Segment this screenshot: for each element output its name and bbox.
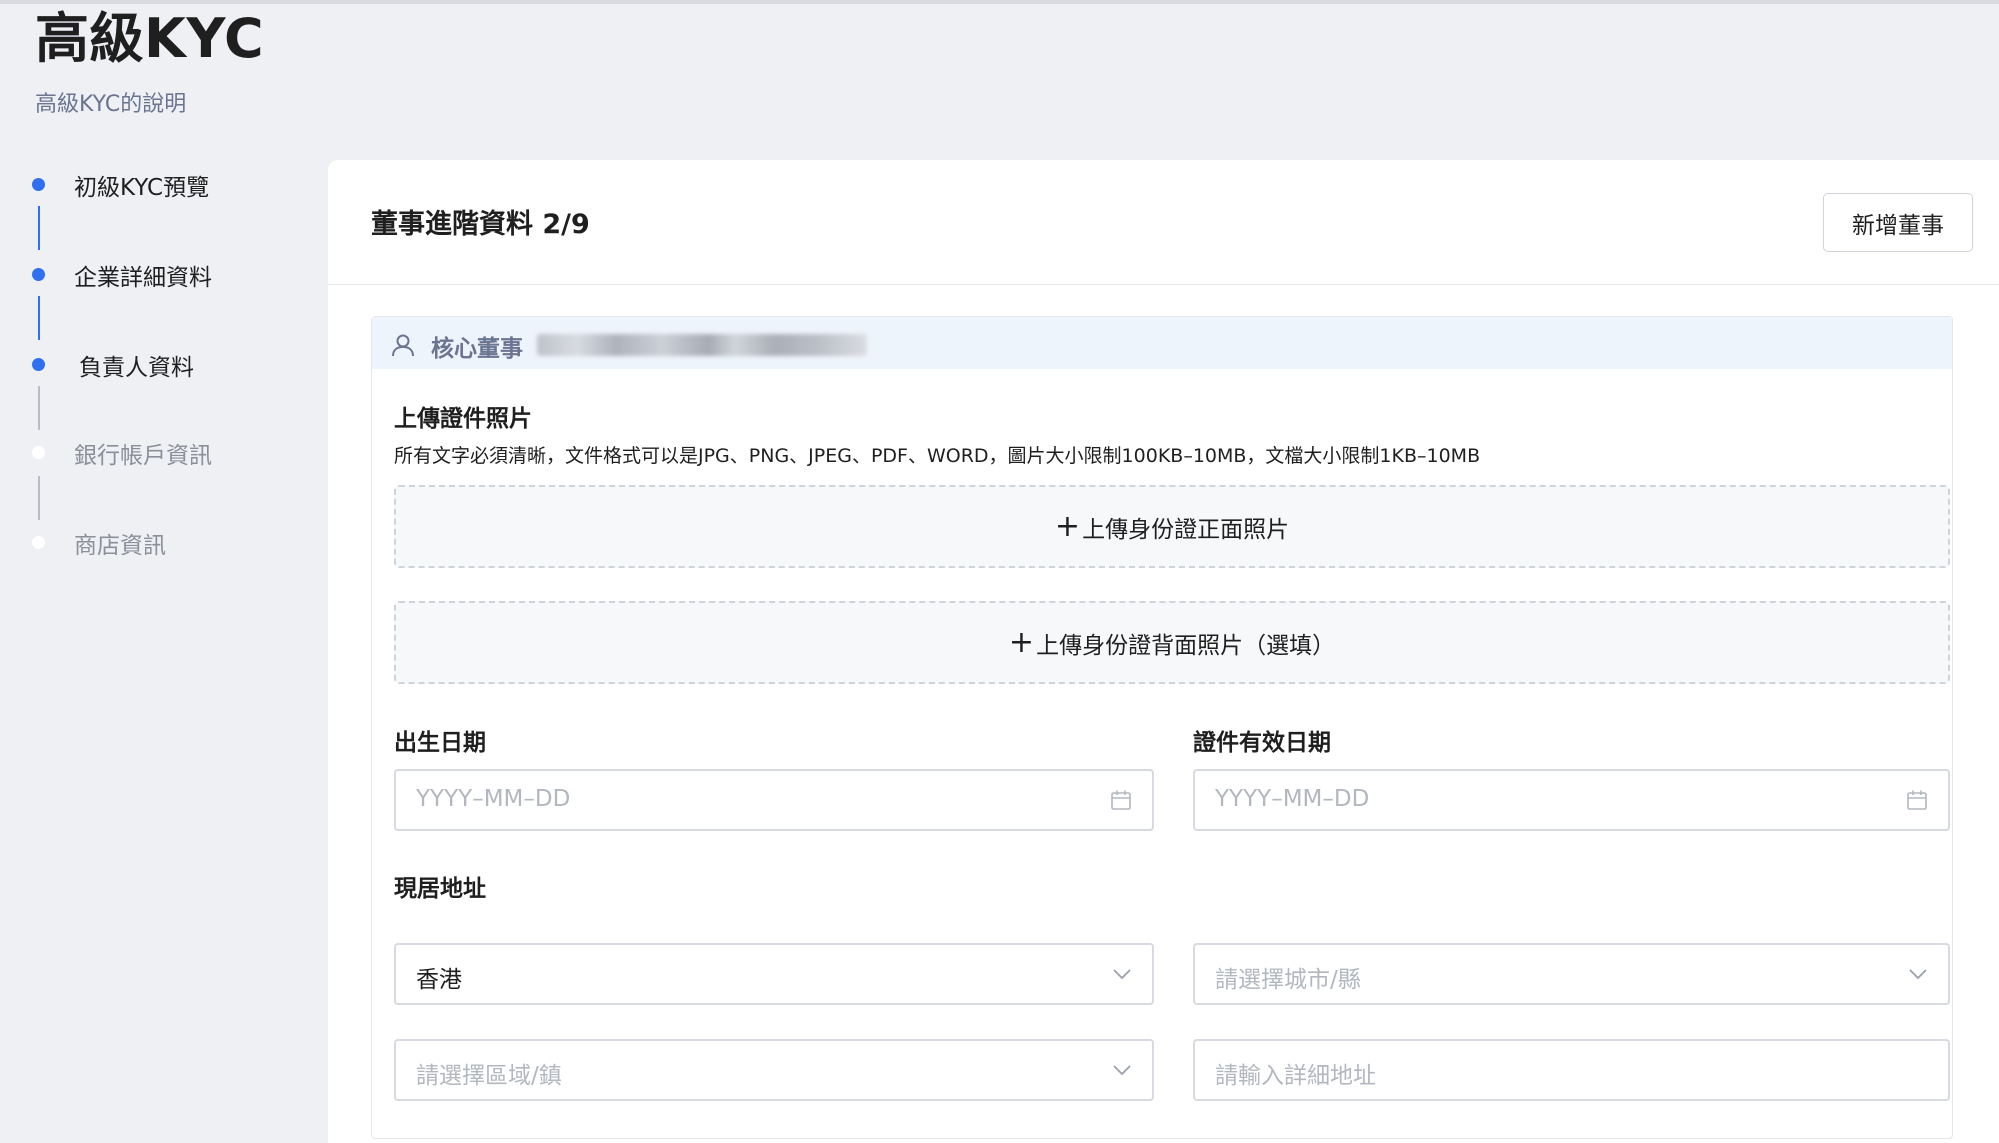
step-dot — [32, 178, 45, 191]
chevron-down-icon — [1909, 969, 1927, 980]
upload-id-front-dropzone[interactable]: + 上傳身份證正面照片 — [394, 485, 1950, 568]
step-dot — [32, 358, 45, 371]
page-title: 高級KYC — [35, 7, 265, 70]
upload-front-label: 上傳身份證正面照片 — [1082, 516, 1290, 543]
top-shade — [0, 0, 1999, 4]
plus-icon: + — [1054, 508, 1081, 544]
director-section: 核心董事 上傳證件照片 所有文字必須清晰，文件格式可以是JPG、PNG、JPEG… — [371, 316, 1953, 1139]
step-connector — [38, 296, 40, 340]
director-name-redacted — [537, 334, 867, 356]
birth-date-placeholder: YYYY–MM–DD — [416, 786, 571, 812]
card-title: 董事進階資料 2/9 — [371, 209, 590, 240]
id-expiry-input[interactable]: YYYY–MM–DD — [1193, 769, 1950, 831]
id-expiry-placeholder: YYYY–MM–DD — [1215, 786, 1370, 812]
add-director-button[interactable]: 新增董事 — [1823, 193, 1973, 252]
step-label: 銀行帳戶資訊 — [74, 443, 212, 469]
upload-back-label: 上傳身份證背面照片（選填） — [1036, 632, 1336, 659]
step-dot — [32, 536, 45, 549]
upload-id-back-dropzone[interactable]: + 上傳身份證背面照片（選填） — [394, 601, 1950, 684]
plus-icon: + — [1008, 624, 1035, 660]
upload-note: 所有文字必須清晰，文件格式可以是JPG、PNG、JPEG、PDF、WORD，圖片… — [394, 445, 1481, 467]
detail-address-placeholder: 請輸入詳細地址 — [1215, 1063, 1376, 1089]
city-select[interactable]: 請選擇城市/縣 — [1193, 943, 1950, 1005]
district-placeholder: 請選擇區域/鎮 — [416, 1063, 562, 1089]
director-role: 核心董事 — [431, 336, 523, 362]
step-label: 負責人資料 — [79, 355, 194, 381]
region-select[interactable]: 香港 — [394, 943, 1154, 1005]
calendar-icon — [1907, 790, 1927, 810]
city-placeholder: 請選擇城市/縣 — [1215, 967, 1361, 993]
calendar-icon — [1111, 790, 1131, 810]
page-subtitle: 高級KYC的說明 — [35, 92, 187, 117]
step-dot — [32, 268, 45, 281]
step-connector — [38, 476, 40, 520]
detail-address-input[interactable]: 請輸入詳細地址 — [1193, 1039, 1950, 1101]
chevron-down-icon — [1113, 1065, 1131, 1076]
step-label: 企業詳細資料 — [74, 265, 212, 291]
card-header: 董事進階資料 2/9 新增董事 — [328, 160, 1999, 285]
chevron-down-icon — [1113, 969, 1131, 980]
id-expiry-label: 證件有效日期 — [1193, 730, 1331, 756]
director-card: 董事進階資料 2/9 新增董事 核心董事 上傳證件照片 所有文字必須清晰，文件格… — [328, 160, 1999, 1143]
user-icon — [392, 334, 414, 357]
step-connector — [38, 206, 40, 250]
step-connector — [38, 386, 40, 430]
step-label: 初級KYC預覽 — [74, 175, 210, 201]
district-select[interactable]: 請選擇區域/鎮 — [394, 1039, 1154, 1101]
address-label: 現居地址 — [394, 876, 486, 902]
birth-date-label: 出生日期 — [394, 730, 486, 756]
director-header: 核心董事 — [372, 317, 1952, 369]
step-label: 商店資訊 — [74, 533, 166, 559]
upload-heading: 上傳證件照片 — [394, 406, 532, 432]
region-value: 香港 — [416, 967, 462, 993]
birth-date-input[interactable]: YYYY–MM–DD — [394, 769, 1154, 831]
step-dot — [32, 446, 45, 459]
